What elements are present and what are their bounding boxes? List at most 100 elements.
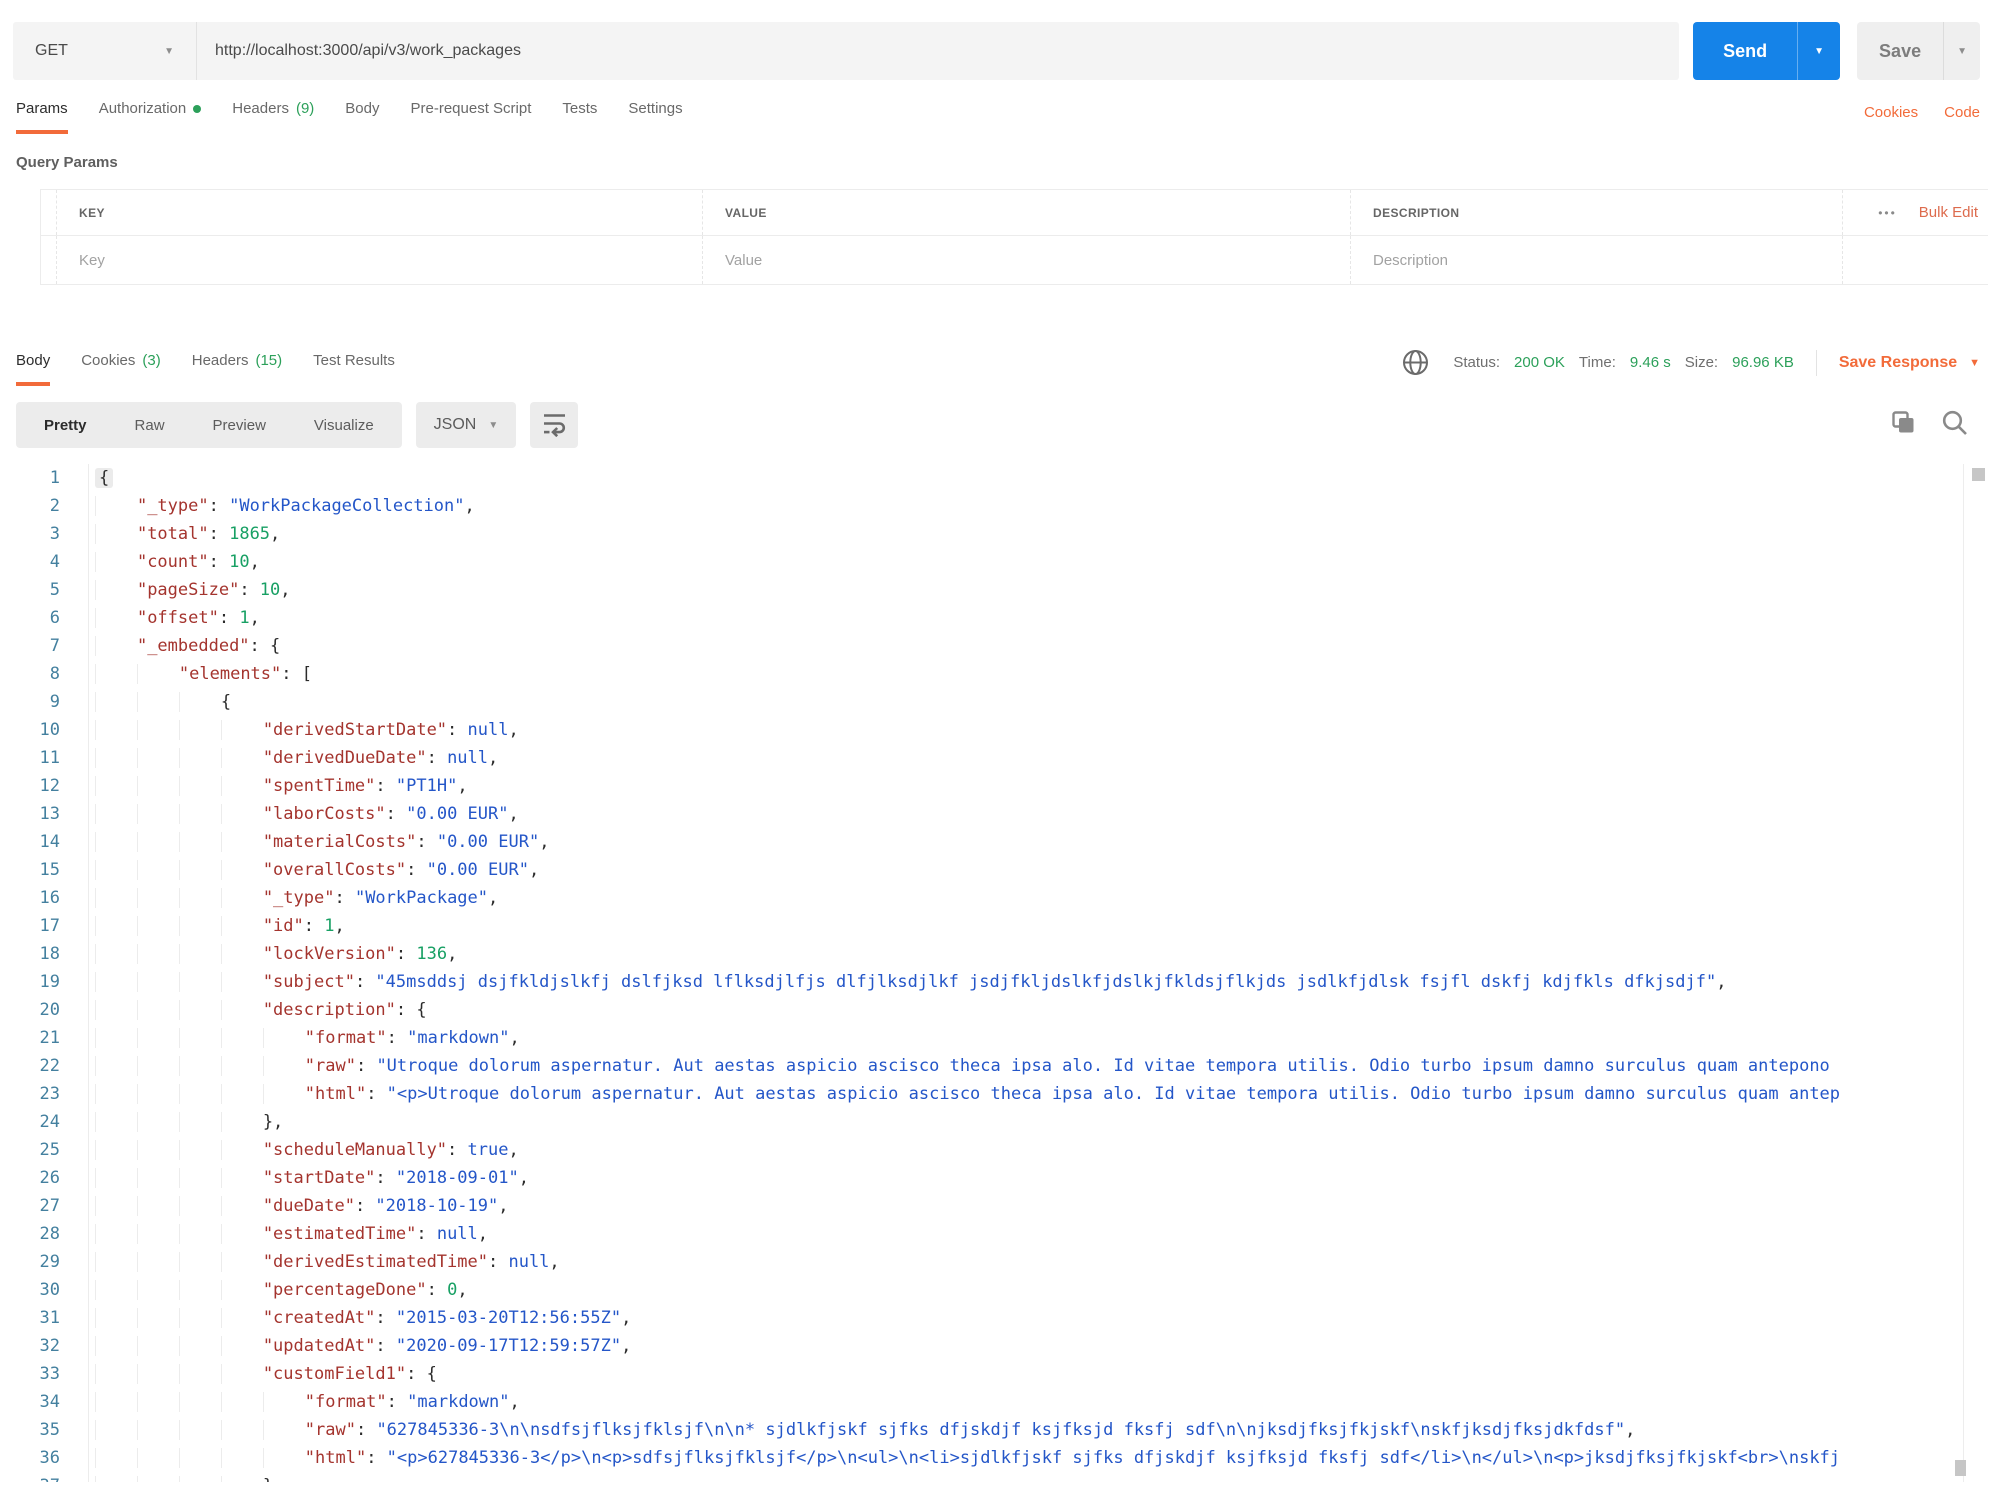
query-params-header-row: KEY VALUE DESCRIPTION ••• Bulk Edit	[40, 190, 1988, 236]
query-params-table: KEY VALUE DESCRIPTION ••• Bulk Edit	[40, 189, 1988, 285]
code-line: 4 "count": 10,	[0, 548, 1963, 576]
status-label: Status:	[1453, 354, 1501, 371]
save-options-caret[interactable]: ▼	[1944, 22, 1980, 80]
response-tab-body[interactable]: Body	[16, 352, 51, 386]
view-pretty[interactable]: Pretty	[20, 417, 111, 434]
chevron-down-icon: ▼	[488, 419, 499, 431]
wrap-text-button[interactable]	[530, 402, 579, 448]
line-number: 36	[39, 1448, 60, 1468]
param-row-actions	[1842, 236, 1988, 284]
code-line: 25 "scheduleManually": true,	[0, 1136, 1963, 1164]
response-toolbar: Pretty Raw Preview Visualize JSON ▼	[16, 402, 1980, 448]
json-code-block: 1{2 "_type": "WorkPackageCollection", 3 "…	[0, 464, 2000, 1482]
value-column-header: VALUE	[702, 190, 1350, 235]
tab-pre-request-script[interactable]: Pre-request Script	[411, 100, 532, 134]
headers-count-badge: (9)	[295, 100, 315, 117]
code-line: 7 "_embedded": {	[0, 632, 1963, 660]
send-button[interactable]: Send ▼	[1693, 22, 1841, 80]
more-options-icon[interactable]: •••	[1878, 206, 1897, 220]
save-response-label: Save Response	[1838, 353, 1958, 371]
line-number: 19	[39, 972, 60, 992]
horizontal-scrollbar-thumb[interactable]	[1955, 1460, 1966, 1476]
line-number: 23	[39, 1084, 60, 1104]
format-select[interactable]: JSON ▼	[415, 402, 517, 448]
save-response-button[interactable]: Save Response ▼	[1839, 354, 1980, 372]
query-params-empty-row	[40, 236, 1988, 284]
code-line: 6 "offset": 1,	[0, 604, 1963, 632]
cookies-count-badge: (3)	[142, 352, 161, 369]
search-icon[interactable]	[1941, 409, 1968, 441]
send-button-label[interactable]: Send	[1693, 22, 1799, 80]
tab-authorization[interactable]: Authorization	[99, 100, 202, 134]
code-line: 8 "elements": [	[0, 660, 1963, 688]
save-button[interactable]: Save ▼	[1857, 22, 1980, 80]
tab-tests[interactable]: Tests	[562, 100, 597, 134]
code-line: 24 },	[0, 1108, 1963, 1136]
line-number: 27	[39, 1196, 60, 1216]
cookies-link[interactable]: Cookies	[1864, 104, 1918, 121]
line-number: 12	[39, 776, 60, 796]
line-number: 3	[49, 524, 60, 544]
code-line: 13 "laborCosts": "0.00 EUR",	[0, 800, 1963, 828]
line-number: 13	[39, 804, 60, 824]
time-label: Time:	[1578, 354, 1616, 371]
view-raw[interactable]: Raw	[111, 417, 189, 434]
tab-params[interactable]: Params	[16, 100, 68, 134]
time-value: 9.46 s	[1629, 354, 1671, 371]
chevron-down-icon: ▼	[1969, 356, 1980, 369]
tab-pre-request-script-label: Pre-request Script	[410, 100, 532, 117]
vertical-scrollbar-thumb[interactable]	[1972, 468, 1985, 481]
response-header: Body Cookies (3) Headers (15) Test Resul…	[16, 349, 1980, 386]
params-actions: ••• Bulk Edit	[1842, 190, 1988, 235]
line-number: 6	[49, 608, 60, 628]
copy-icon[interactable]	[1890, 409, 1917, 441]
row-handle-column	[40, 190, 56, 235]
view-visualize[interactable]: Visualize	[290, 417, 398, 434]
code-line: 26 "startDate": "2018-09-01",	[0, 1164, 1963, 1192]
save-button-label[interactable]: Save	[1857, 22, 1945, 80]
line-number: 37	[0, 1472, 60, 1482]
format-label: JSON	[433, 416, 477, 433]
response-tab-headers[interactable]: Headers (15)	[192, 352, 282, 386]
line-number: 21	[39, 1028, 60, 1048]
view-preview[interactable]: Preview	[189, 417, 290, 434]
chevron-down-icon: ▼	[1957, 45, 1967, 57]
line-number: 34	[39, 1392, 60, 1412]
param-description-input[interactable]	[1373, 251, 1819, 269]
response-tab-cookies[interactable]: Cookies (3)	[81, 352, 161, 386]
tab-params-label: Params	[16, 100, 68, 117]
request-links: Cookies Code	[1864, 104, 1980, 134]
line-number: 11	[39, 748, 60, 768]
request-url-row: GET ▼ Send ▼ Save ▼	[13, 22, 1980, 80]
response-tab-test-results[interactable]: Test Results	[313, 352, 395, 386]
line-number: 8	[49, 664, 60, 684]
request-tabs: Params Authorization Headers (9) Body Pr…	[16, 100, 1980, 134]
method-select[interactable]: GET ▼	[13, 22, 197, 80]
tab-settings-label: Settings	[628, 100, 683, 117]
size-value: 96.96 KB	[1732, 354, 1794, 371]
line-number: 7	[49, 636, 60, 656]
authorization-status-dot-icon	[193, 104, 202, 113]
meta-divider	[1815, 349, 1817, 376]
code-line: 36 "html": "<p>627845336-3</p>\n<p>sdfsj…	[0, 1444, 1963, 1472]
param-value-input[interactable]	[725, 251, 1319, 269]
tab-body[interactable]: Body	[345, 100, 379, 134]
tab-headers[interactable]: Headers (9)	[232, 100, 314, 134]
tab-settings[interactable]: Settings	[628, 100, 682, 134]
bulk-edit-link[interactable]: Bulk Edit	[1919, 204, 1978, 221]
line-number: 15	[39, 860, 60, 880]
line-number: 35	[39, 1420, 60, 1440]
code-line: 27 "dueDate": "2018-10-19",	[0, 1192, 1963, 1220]
url-input[interactable]	[197, 22, 1680, 80]
code-line: 21 "format": "markdown",	[0, 1024, 1963, 1052]
response-tab-body-label: Body	[16, 352, 51, 369]
param-key-input[interactable]	[79, 251, 671, 269]
globe-icon	[1402, 349, 1429, 376]
line-number: 32	[39, 1336, 60, 1356]
line-number: 9	[49, 692, 60, 712]
code-link[interactable]: Code	[1944, 104, 1980, 121]
send-options-caret[interactable]: ▼	[1798, 22, 1840, 80]
line-number: 2	[49, 496, 60, 516]
line-number: 24	[39, 1112, 60, 1132]
code-line: 11 "derivedDueDate": null,	[0, 744, 1963, 772]
